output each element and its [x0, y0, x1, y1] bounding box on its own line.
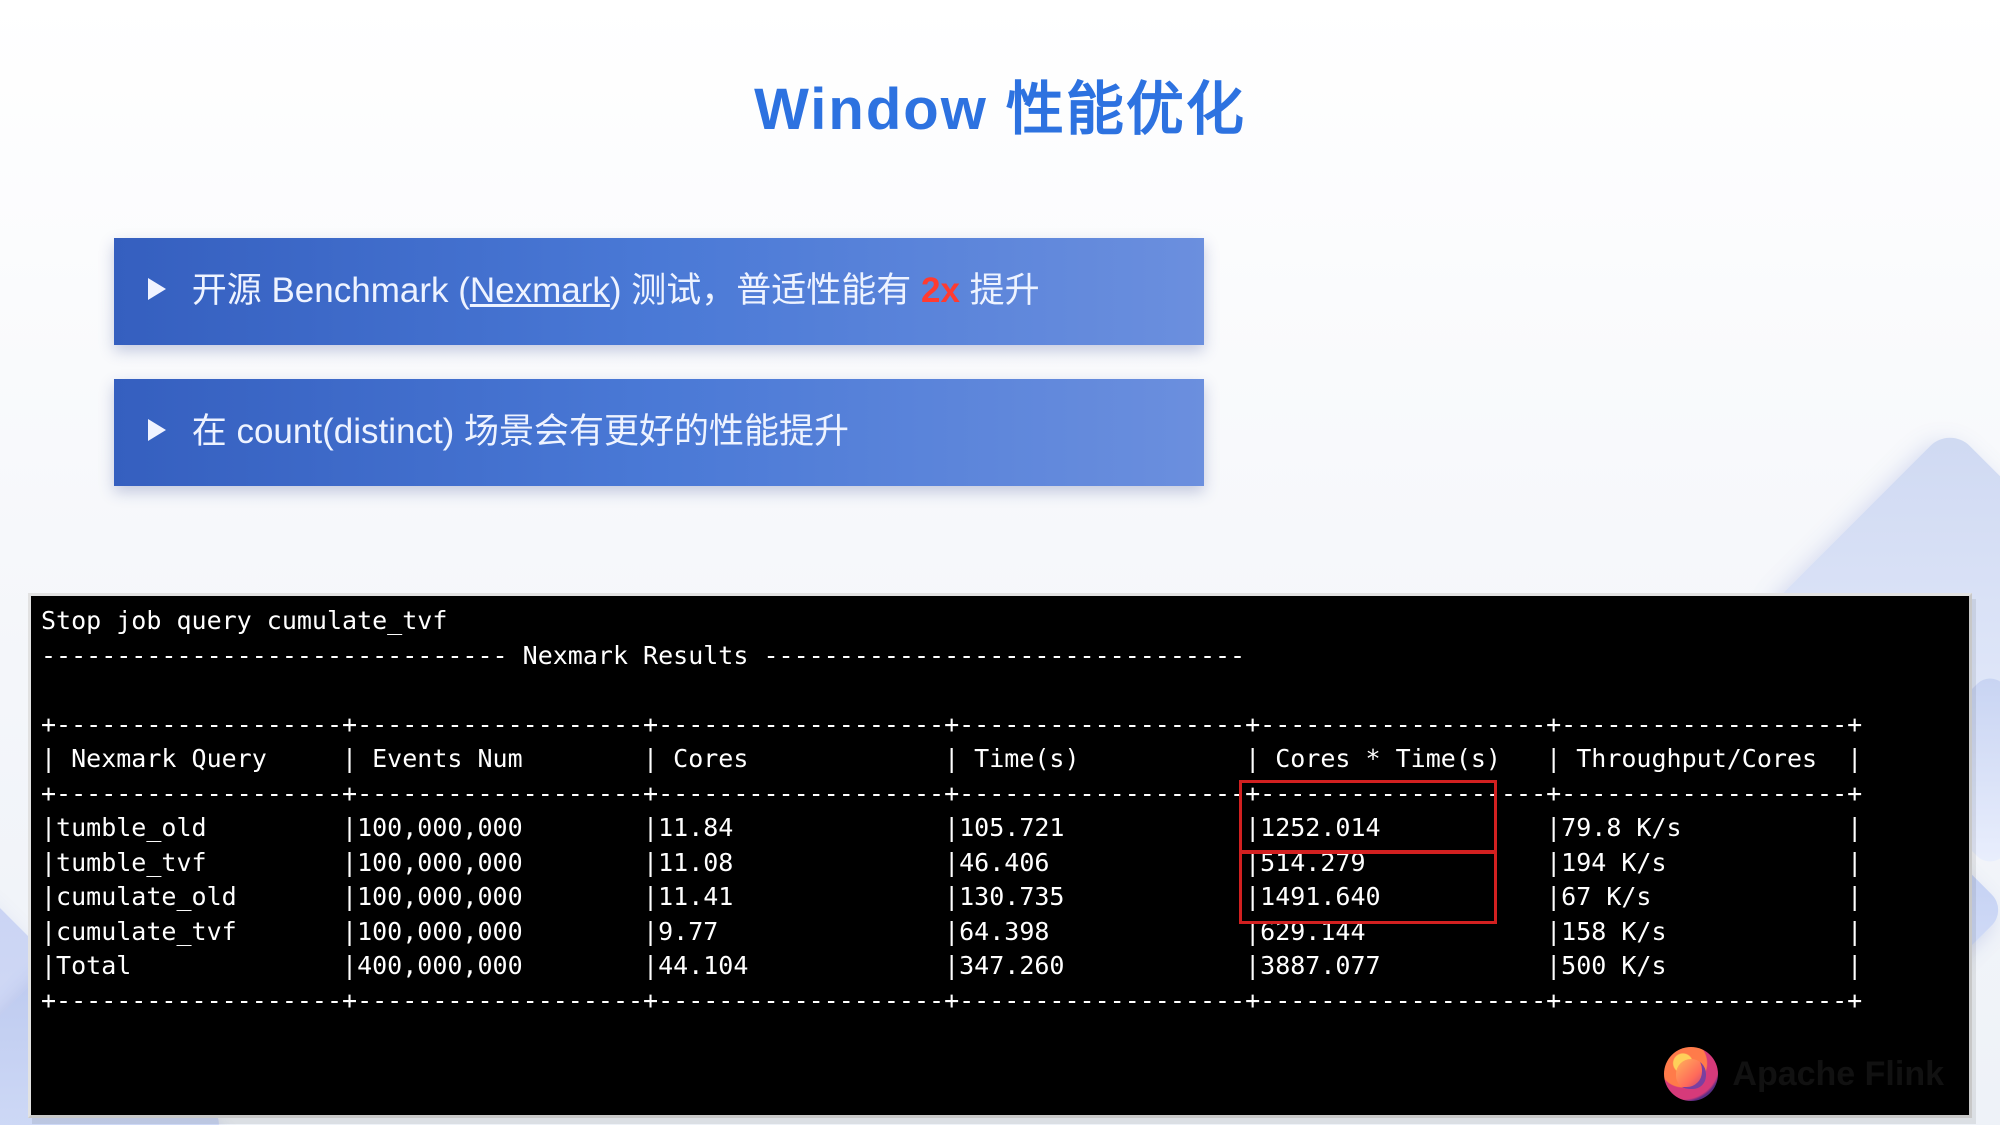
footer: Apache Flink [1664, 1047, 1944, 1101]
terminal-output: Stop job query cumulate_tvf ------------… [31, 596, 1969, 1115]
nexmark-link[interactable]: Nexmark [470, 271, 610, 310]
table-row: |Total |400,000,000 |44.104 |347.260 |38… [41, 951, 1862, 980]
bullet-text: 提升 [960, 271, 1040, 310]
slide: Window 性能优化 开源 Benchmark (Nexmark) 测试，普适… [0, 0, 2000, 1125]
bullet-count-distinct: 在 count(distinct) 场景会有更好的性能提升 [114, 379, 1204, 486]
slide-title: Window 性能优化 [0, 62, 2000, 146]
bullet-text: ) 测试，普适性能有 [610, 271, 921, 310]
bullet-benchmark: 开源 Benchmark (Nexmark) 测试，普适性能有 2x 提升 [114, 238, 1204, 345]
terminal-line: Stop job query cumulate_tvf [41, 606, 447, 635]
table-row: |tumble_old |100,000,000 |11.84 |105.721… [41, 813, 1862, 842]
table-row: |cumulate_old |100,000,000 |11.41 |130.7… [41, 882, 1862, 911]
terminal-line: ------------------------------- Nexmark … [41, 641, 1245, 670]
table-row: |tumble_tvf |100,000,000 |11.08 |46.406 … [41, 848, 1862, 877]
flink-logo-icon [1664, 1047, 1718, 1101]
terminal-line: +-------------------+-------------------… [41, 986, 1862, 1015]
highlight-2x: 2x [921, 271, 960, 310]
terminal-line: +-------------------+-------------------… [41, 779, 1862, 808]
bullet-text: 开源 Benchmark ( [192, 271, 470, 310]
terminal-header-row: | Nexmark Query | Events Num | Cores | T… [41, 744, 1862, 773]
terminal-line: +-------------------+-------------------… [41, 710, 1862, 739]
terminal-frame: Stop job query cumulate_tvf ------------… [28, 593, 1972, 1118]
bullet-text: 在 count(distinct) 场景会有更好的性能提升 [192, 412, 849, 451]
bullet-arrow-icon [148, 278, 166, 300]
bullet-arrow-icon [148, 419, 166, 441]
bullet-list: 开源 Benchmark (Nexmark) 测试，普适性能有 2x 提升 在 … [114, 238, 1204, 520]
brand-label: Apache Flink [1732, 1055, 1944, 1094]
table-row: |cumulate_tvf |100,000,000 |9.77 |64.398… [41, 917, 1862, 946]
